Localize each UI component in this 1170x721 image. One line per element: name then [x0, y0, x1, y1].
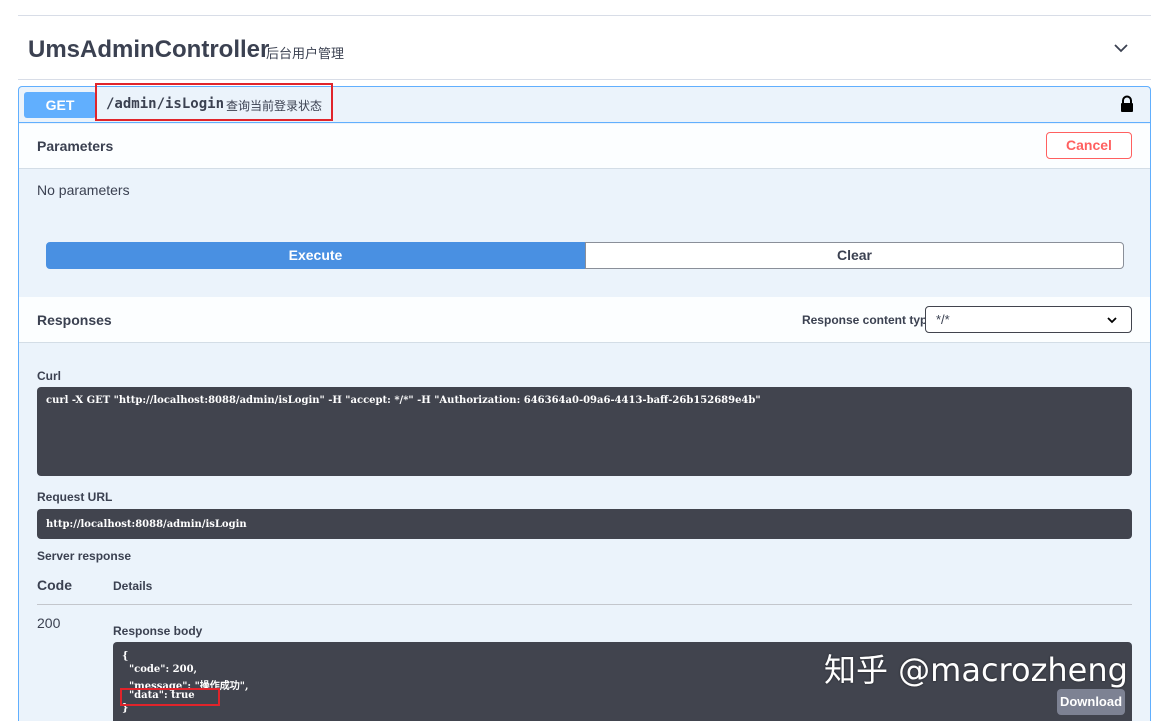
annotation-highlight-box [120, 688, 220, 706]
response-content-type-value: */* [936, 312, 950, 327]
chevron-down-icon[interactable] [1113, 40, 1129, 56]
response-content-type-label: Response content type [801, 313, 934, 327]
tag-header[interactable]: UmsAdminController 后台用户管理 [18, 16, 1151, 80]
operation-summary[interactable]: GET /admin/isLogin 查询当前登录状态 [19, 83, 1150, 123]
tag-name: UmsAdminController [28, 36, 270, 63]
annotation-highlight-box [95, 83, 333, 121]
lock-icon[interactable] [1120, 95, 1134, 113]
responses-title: Responses [37, 312, 112, 328]
clear-button[interactable]: Clear [585, 242, 1124, 269]
curl-label: Curl [37, 369, 61, 383]
curl-command: curl -X GET "http://localhost:8088/admin… [46, 395, 761, 406]
chevron-down-icon [1107, 317, 1117, 324]
server-response-label: Server response [37, 549, 132, 563]
response-body-line: "code": 200, [122, 664, 198, 675]
request-url-label: Request URL [37, 490, 113, 504]
execute-wrapper: Execute Clear [46, 242, 1124, 269]
no-parameters-text: No parameters [37, 182, 130, 198]
response-details-header: Details [113, 579, 153, 593]
request-url-value: http://localhost:8088/admin/isLogin [46, 519, 247, 530]
method-badge: GET [24, 92, 96, 118]
parameters-title: Parameters [37, 138, 114, 154]
response-code-header: Code [37, 577, 72, 593]
parameters-header: Parameters Cancel [19, 124, 1150, 169]
response-table-divider [37, 604, 1132, 605]
execute-button[interactable]: Execute [46, 242, 585, 269]
curl-code-block[interactable]: curl -X GET "http://localhost:8088/admin… [37, 387, 1132, 476]
response-content-type-select[interactable]: */* [925, 306, 1132, 333]
tag-description: 后台用户管理 [266, 46, 345, 61]
download-button[interactable]: Download [1057, 689, 1125, 715]
watermark: 知乎 @macrozheng [824, 651, 1128, 689]
request-url-block[interactable]: http://localhost:8088/admin/isLogin [37, 509, 1132, 539]
response-body-line: { [122, 651, 129, 662]
response-body-label: Response body [113, 624, 203, 638]
responses-header: Responses Response content type */* [19, 297, 1150, 343]
cancel-button[interactable]: Cancel [1046, 132, 1132, 159]
response-status-code: 200 [37, 615, 61, 631]
operation-block: GET /admin/isLogin 查询当前登录状态 Parameters C… [18, 83, 1151, 721]
